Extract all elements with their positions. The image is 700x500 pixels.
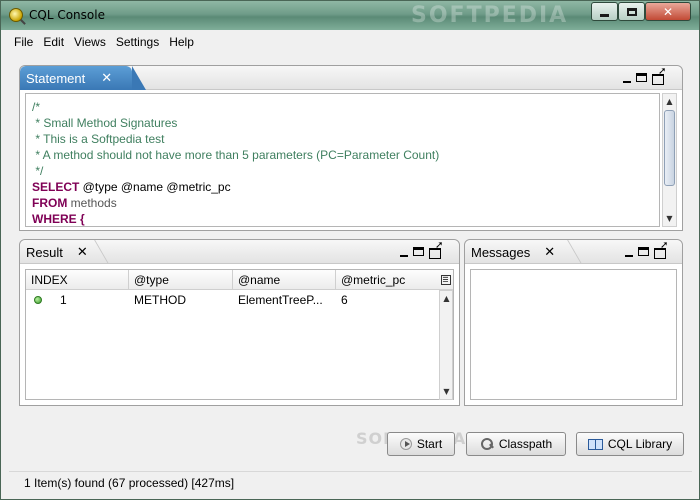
tab-result[interactable]: Result ✕ bbox=[20, 240, 88, 264]
cql-library-button-label: CQL Library bbox=[607, 437, 673, 451]
column-picker-icon[interactable]: ☰ bbox=[438, 270, 453, 290]
statement-panel: Statement ✕ /* * Small Method Signatures… bbox=[19, 65, 683, 231]
panel-maximize-icon[interactable] bbox=[636, 72, 647, 82]
statement-scrollbar[interactable]: ▲ ▼ bbox=[662, 93, 677, 227]
close-icon: ✕ bbox=[662, 4, 674, 19]
result-panel: Result ✕ INDEX @type @name @metric_pc ☰ … bbox=[19, 239, 460, 406]
maximize-button[interactable] bbox=[618, 2, 645, 21]
panel-detach-icon[interactable] bbox=[429, 240, 443, 259]
messages-panel-controls bbox=[625, 240, 668, 259]
messages-panel: Messages ✕ bbox=[464, 239, 683, 406]
tab-statement-label: Statement bbox=[26, 70, 86, 86]
scroll-up-icon[interactable]: ▲ bbox=[440, 291, 453, 306]
scroll-down-icon[interactable]: ▼ bbox=[663, 211, 676, 226]
messages-area bbox=[470, 269, 677, 400]
panel-minimize-icon[interactable] bbox=[625, 255, 633, 257]
classpath-button-label: Classpath bbox=[498, 437, 553, 451]
panel-maximize-icon[interactable] bbox=[413, 246, 424, 256]
panel-maximize-icon[interactable] bbox=[638, 246, 649, 256]
cell-index: 1 bbox=[60, 293, 67, 307]
code-line: */ bbox=[32, 164, 44, 178]
status-dot-icon bbox=[34, 296, 42, 304]
tab-result-close-icon[interactable]: ✕ bbox=[77, 244, 88, 260]
tab-statement[interactable]: Statement ✕ bbox=[20, 66, 146, 90]
cell-name: ElementTreeP... bbox=[238, 293, 323, 307]
close-button[interactable]: ✕ bbox=[645, 2, 691, 21]
panel-minimize-icon[interactable] bbox=[400, 255, 408, 257]
result-scrollbar[interactable]: ▲ ▼ bbox=[439, 290, 453, 400]
cell-type: METHOD bbox=[134, 293, 186, 307]
code-line-from: FROM methods bbox=[32, 196, 117, 210]
start-button-label: Start bbox=[416, 437, 443, 451]
menu-edit[interactable]: Edit bbox=[38, 32, 69, 52]
panel-minimize-icon[interactable] bbox=[623, 81, 631, 83]
result-table: INDEX @type @name @metric_pc ☰ 1 METHOD … bbox=[25, 269, 454, 400]
menu-file[interactable]: File bbox=[9, 32, 38, 52]
tab-result-label: Result bbox=[26, 244, 63, 260]
column-header-index[interactable]: INDEX bbox=[26, 270, 129, 289]
column-header-metric-pc[interactable]: @metric_pc bbox=[336, 270, 440, 289]
tab-messages[interactable]: Messages ✕ bbox=[465, 240, 555, 264]
window-title: CQL Console bbox=[29, 8, 105, 22]
result-panel-controls bbox=[400, 240, 443, 259]
cell-metric-pc: 6 bbox=[341, 293, 348, 307]
tab-statement-close-icon[interactable]: ✕ bbox=[101, 70, 112, 86]
play-icon bbox=[399, 438, 412, 450]
status-text: 1 Item(s) found (67 processed) [427ms] bbox=[24, 476, 235, 490]
menu-help[interactable]: Help bbox=[164, 32, 199, 52]
table-header: INDEX @type @name @metric_pc bbox=[26, 270, 453, 290]
panel-detach-icon[interactable] bbox=[654, 240, 668, 259]
column-header-type[interactable]: @type bbox=[129, 270, 233, 289]
status-bar: 1 Item(s) found (67 processed) [427ms] bbox=[9, 471, 692, 493]
code-line: * Small Method Signatures bbox=[32, 116, 178, 130]
tab-messages-close-icon[interactable]: ✕ bbox=[544, 244, 555, 260]
code-line: * A method should not have more than 5 p… bbox=[32, 148, 440, 162]
column-header-name[interactable]: @name bbox=[233, 270, 336, 289]
maximize-icon bbox=[626, 7, 637, 16]
menu-views[interactable]: Views bbox=[69, 32, 111, 52]
cql-library-button[interactable]: CQL Library bbox=[576, 432, 684, 456]
menu-settings[interactable]: Settings bbox=[111, 32, 164, 52]
tab-messages-label: Messages bbox=[471, 244, 531, 260]
scroll-thumb[interactable] bbox=[664, 110, 675, 186]
scroll-up-icon[interactable]: ▲ bbox=[663, 94, 676, 109]
menu-bar: File Edit Views Settings Help bbox=[9, 32, 199, 52]
app-magnifier-icon bbox=[9, 8, 23, 22]
classpath-button[interactable]: Classpath bbox=[466, 432, 566, 456]
code-line-where: WHERE { bbox=[32, 212, 85, 226]
cql-statement-editor[interactable]: /* * Small Method Signatures * This is a… bbox=[25, 93, 660, 227]
table-row[interactable]: 1 METHOD ElementTreeP... 6 bbox=[26, 290, 453, 310]
book-icon bbox=[587, 438, 603, 450]
cql-console-window: CQL Console SOFTPEDIA ✕ File Edit Views … bbox=[0, 0, 700, 500]
start-button[interactable]: Start bbox=[387, 432, 455, 456]
titlebar-watermark: SOFTPEDIA bbox=[411, 3, 569, 28]
minimize-button[interactable] bbox=[591, 2, 618, 21]
code-line-select: SELECT @type @name @metric_pc bbox=[32, 180, 231, 194]
panel-detach-icon[interactable] bbox=[652, 66, 666, 85]
scroll-down-icon[interactable]: ▼ bbox=[440, 384, 453, 399]
title-bar[interactable]: CQL Console SOFTPEDIA ✕ bbox=[1, 1, 699, 30]
statement-panel-controls bbox=[623, 66, 666, 85]
code-line: * This is a Softpedia test bbox=[32, 132, 165, 146]
minimize-icon bbox=[600, 14, 609, 17]
classpath-search-icon bbox=[480, 437, 494, 451]
code-line: /* bbox=[32, 100, 41, 114]
